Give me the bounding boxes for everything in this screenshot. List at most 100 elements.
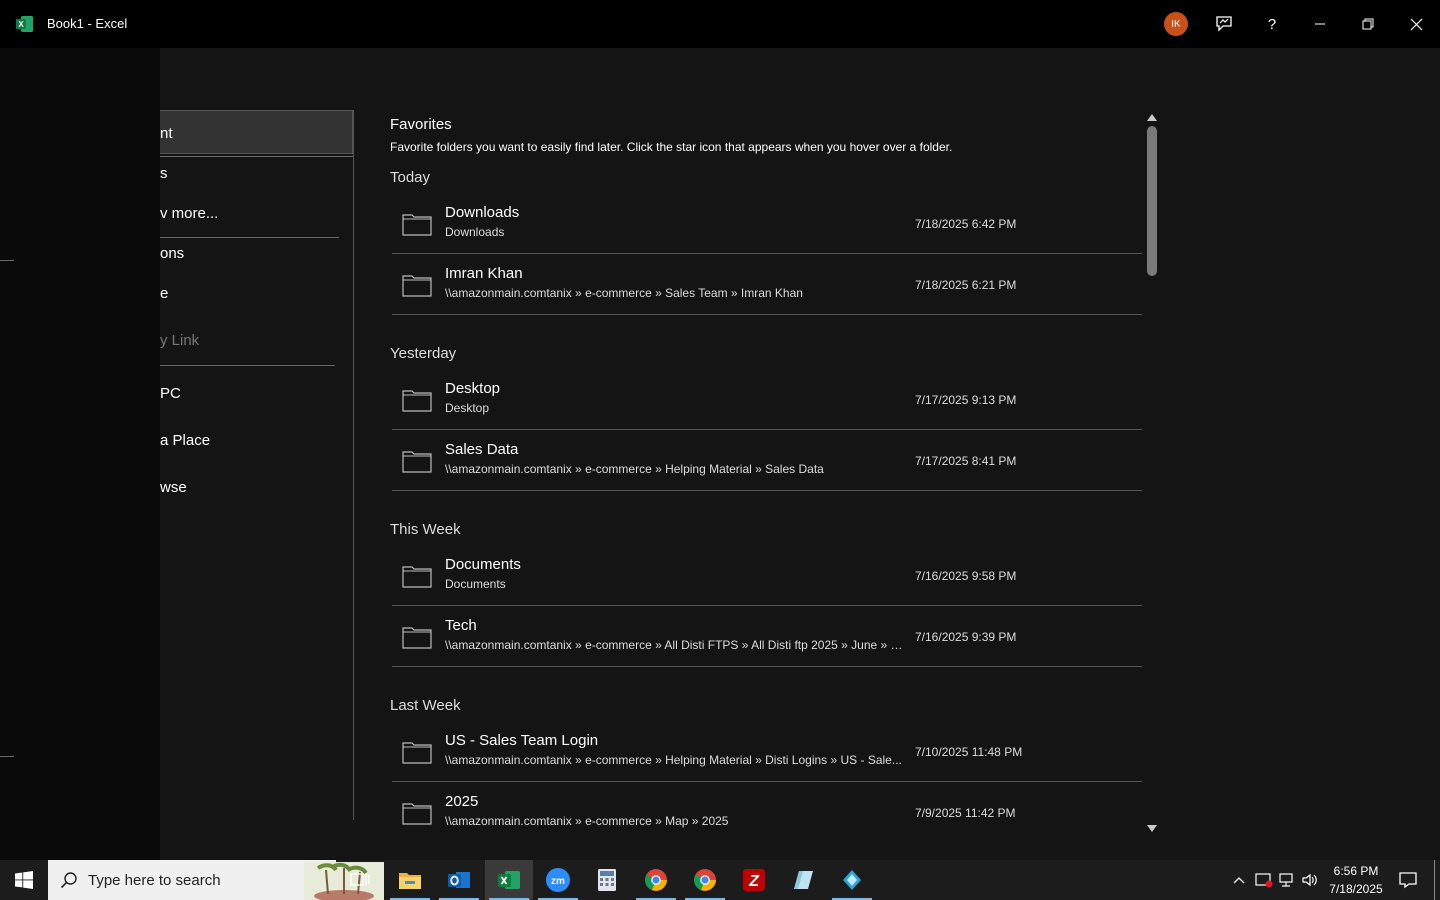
group-heading: This Week [390, 521, 461, 538]
menu-item-label: PC [160, 385, 181, 402]
folder-path: \\amazonmain.comtanix » e-commerce » All… [445, 638, 905, 652]
folder-date: 7/18/2025 6:21 PM [915, 278, 1017, 292]
menu-item-label: y Link [160, 332, 200, 349]
tray-volume[interactable] [1299, 860, 1321, 900]
favorites-heading: Favorites [390, 116, 452, 133]
folder-row[interactable]: Imran Khan \\amazonmain.comtanix » e-com… [392, 255, 1142, 315]
folder-name: Sales Data [445, 441, 519, 458]
folder-icon [402, 451, 432, 473]
show-desktop-button[interactable] [1434, 860, 1435, 900]
scroll-down-arrow-icon[interactable] [1147, 825, 1157, 832]
taskbar-calculator[interactable] [583, 860, 631, 900]
menu-item-recent[interactable]: nt [160, 110, 353, 154]
menu-item-onedrive[interactable]: e [160, 285, 168, 302]
taskbar-chrome[interactable] [632, 860, 680, 900]
group-heading: Today [390, 169, 431, 186]
chrome-icon [645, 869, 667, 891]
minimize-button[interactable] [1308, 12, 1332, 36]
folder-row[interactable]: Sales Data \\amazonmain.comtanix » e-com… [392, 431, 1142, 491]
menu-item-label: a Place [160, 432, 211, 449]
zoom-icon: zm [546, 868, 570, 892]
restore-icon [1362, 18, 1374, 30]
svg-text:X: X [18, 20, 24, 29]
folder-row[interactable]: 2025 \\amazonmain.comtanix » e-commerce … [392, 783, 1142, 843]
taskbar-chrome-profile[interactable] [681, 860, 729, 900]
security-alert-icon [1255, 873, 1273, 888]
menu-item-label: s [160, 165, 168, 182]
menu-item-add-place[interactable]: a Place [160, 432, 210, 449]
menu-item-label: wse [160, 479, 187, 496]
folder-row[interactable]: Downloads Downloads 7/18/2025 6:42 PM [392, 194, 1142, 254]
show-hidden-icons-button[interactable] [1228, 860, 1250, 900]
clock-time: 6:56 PM [1333, 864, 1379, 878]
menu-item-add-link[interactable]: y Link [160, 332, 199, 349]
search-icon [60, 872, 77, 889]
vertical-scrollbar[interactable] [1144, 110, 1160, 835]
calculator-icon [598, 869, 616, 891]
menu-item-shared[interactable]: s [160, 165, 168, 182]
chevron-up-icon [1233, 877, 1245, 884]
folder-name: Tech [445, 617, 477, 634]
folder-icon [402, 390, 432, 412]
folder-path: Desktop [445, 401, 490, 415]
folder-date: 7/17/2025 8:41 PM [915, 454, 1017, 468]
help-icon: ? [1267, 15, 1277, 33]
menu-item-label: ons [160, 245, 185, 262]
chrome-icon [694, 869, 716, 891]
tray-security[interactable] [1253, 860, 1275, 900]
menu-item-show-more[interactable]: v more... [160, 205, 218, 222]
folder-date: 7/16/2025 9:39 PM [915, 630, 1017, 644]
taskbar-search[interactable]: Type here to search [48, 860, 384, 900]
nav-divider [0, 756, 14, 757]
feedback-icon [1216, 16, 1232, 32]
task-view-button[interactable] [336, 860, 384, 900]
menu-divider [160, 365, 335, 366]
folder-row[interactable]: Desktop Desktop 7/17/2025 9:13 PM [392, 370, 1142, 430]
menu-item-browse[interactable]: wse [160, 479, 187, 496]
menu-item-label: nt [160, 125, 173, 142]
filezilla-icon: Z [743, 869, 765, 891]
folder-icon [402, 803, 432, 825]
folder-name: Imran Khan [445, 265, 523, 282]
folder-row[interactable]: Tech \\amazonmain.comtanix » e-commerce … [392, 607, 1142, 667]
taskbar-clock[interactable]: 6:56 PM 7/18/2025 [1322, 862, 1390, 898]
group-heading: Last Week [390, 697, 461, 714]
taskbar-filezilla[interactable]: Z [730, 860, 778, 900]
start-button[interactable] [0, 860, 48, 900]
help-button[interactable]: ? [1260, 12, 1284, 36]
action-center-button[interactable] [1392, 860, 1424, 900]
folder-date: 7/10/2025 11:48 PM [915, 745, 1023, 759]
taskbar-excel[interactable] [485, 860, 533, 900]
notes-app-icon [794, 871, 813, 889]
avatar-initials: IK [1171, 18, 1181, 30]
taskbar-outlook[interactable] [435, 860, 483, 900]
folder-row[interactable]: Documents Documents 7/16/2025 9:58 PM [392, 546, 1142, 606]
tray-network[interactable] [1276, 860, 1298, 900]
taskbar-file-explorer[interactable] [386, 860, 434, 900]
menu-item-locations[interactable]: ons [160, 245, 184, 262]
scroll-up-arrow-icon[interactable] [1147, 114, 1157, 121]
menu-divider [160, 237, 339, 238]
close-button[interactable] [1404, 12, 1428, 36]
restore-button[interactable] [1356, 12, 1380, 36]
menu-item-label: v more... [160, 205, 219, 222]
search-placeholder: Type here to search [88, 872, 221, 889]
taskbar: Type here to search zm Z 6:56 PM 7/18/20… [0, 860, 1440, 900]
menu-item-label: e [160, 285, 169, 302]
menu-item-this-pc[interactable]: PC [160, 385, 181, 402]
taskbar-zoom[interactable]: zm [534, 860, 582, 900]
folder-icon [402, 275, 432, 297]
folder-icon [402, 566, 432, 588]
feedback-button[interactable] [1212, 12, 1236, 36]
folder-row[interactable]: US - Sales Team Login \\amazonmain.comta… [392, 722, 1142, 782]
user-avatar[interactable]: IK [1164, 12, 1188, 36]
open-locations-menu: nt s v more... ons e y Link PC a Place w… [160, 110, 355, 820]
folder-name: Downloads [445, 204, 520, 221]
taskbar-notes-app[interactable] [779, 860, 827, 900]
minimize-icon [1315, 23, 1325, 25]
taskbar-remote-app[interactable] [828, 860, 876, 900]
folder-date: 7/17/2025 9:13 PM [915, 393, 1017, 407]
menu-divider [160, 156, 353, 157]
scroll-thumb[interactable] [1147, 126, 1157, 276]
group-heading: Yesterday [390, 345, 457, 362]
